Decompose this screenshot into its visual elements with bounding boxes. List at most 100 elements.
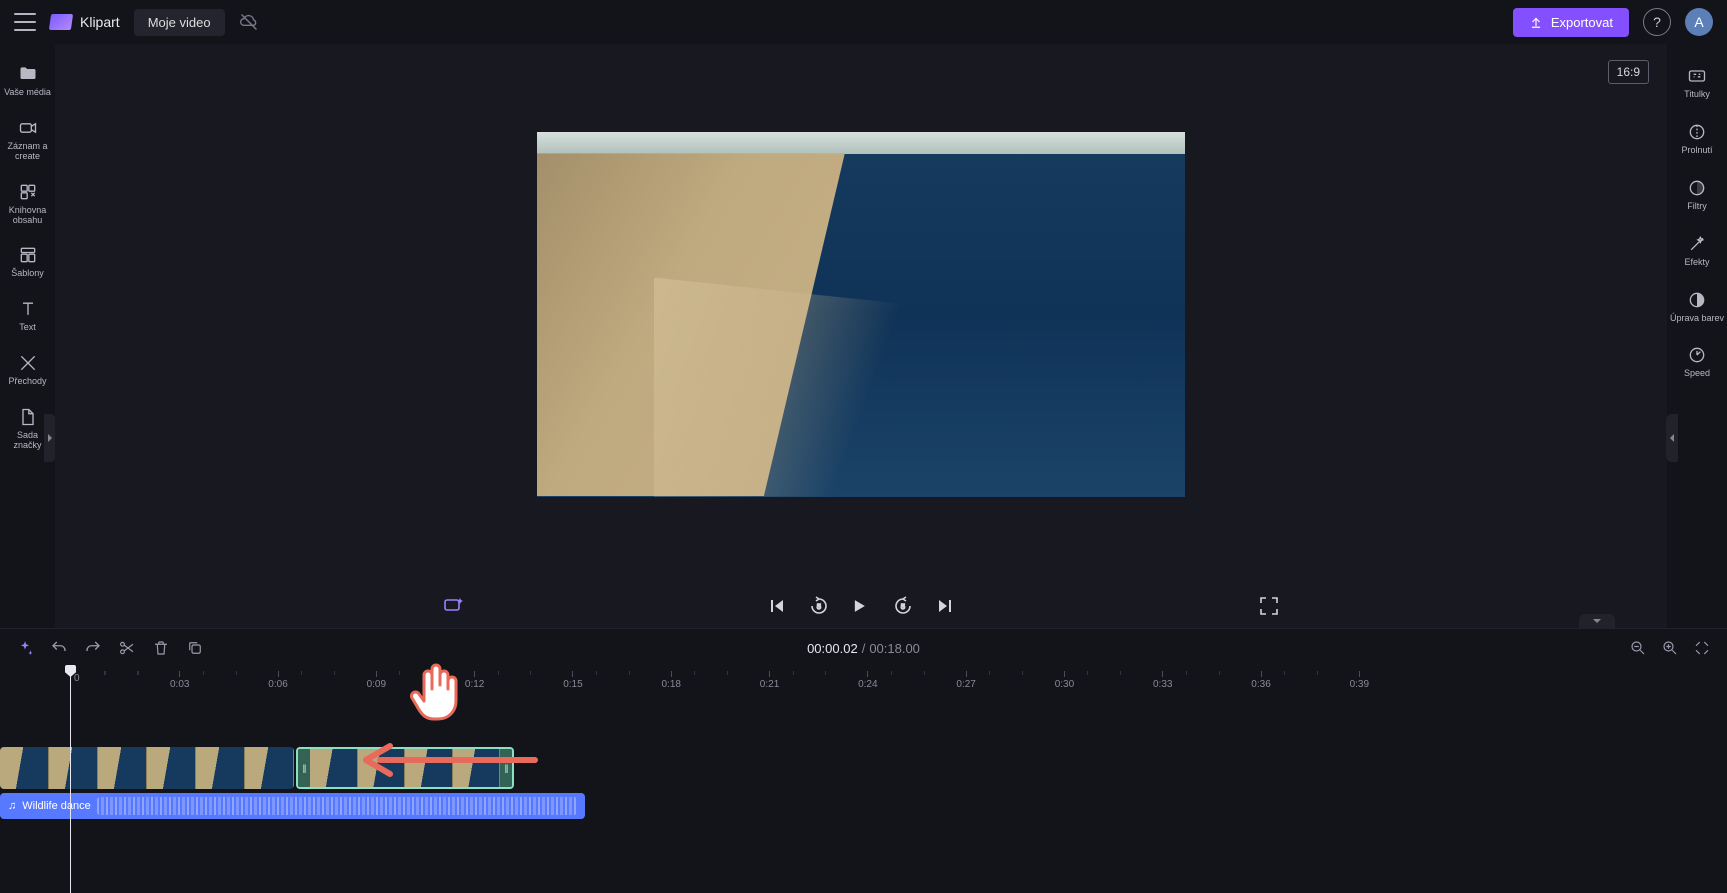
zoom-in-icon: [1661, 639, 1679, 657]
ruler-tick: 0:18: [662, 671, 681, 690]
ai-magic-button[interactable]: [441, 594, 465, 618]
chevron-down-icon: [1592, 617, 1602, 625]
camera-icon: [18, 118, 38, 138]
brand: Klipart: [50, 14, 120, 30]
brand-kit-icon: [18, 407, 38, 427]
sidebar-item-text[interactable]: Text: [0, 291, 55, 345]
play-button[interactable]: [849, 594, 873, 618]
timeline-ruler[interactable]: 0 0:030:060:090:120:150:180:210:240:270:…: [0, 667, 1727, 689]
user-avatar[interactable]: A: [1685, 8, 1713, 36]
brand-logo-icon: [49, 14, 73, 30]
speed-icon: [1687, 345, 1707, 365]
timeline-toolbar: 00:00.02 / 00:18.00: [0, 629, 1727, 667]
zoom-fit-button[interactable]: [1693, 639, 1711, 657]
skip-forward-icon: [933, 594, 957, 618]
zoom-in-button[interactable]: [1661, 639, 1679, 657]
transitions-icon: [18, 353, 38, 373]
sparkle-icon: [16, 639, 34, 657]
upload-icon: [1529, 15, 1543, 29]
skip-back-button[interactable]: [765, 594, 789, 618]
library-icon: [18, 182, 38, 202]
aspect-ratio-button[interactable]: 16:9: [1608, 60, 1649, 84]
delete-button[interactable]: [152, 639, 170, 657]
rightbar-item-speed[interactable]: Speed: [1667, 337, 1727, 393]
split-button[interactable]: [118, 639, 136, 657]
video-preview[interactable]: [537, 132, 1185, 497]
rightbar-item-captions[interactable]: Titulky: [1667, 58, 1727, 114]
ruler-tick: 0:39: [1350, 671, 1369, 690]
left-sidebar: Vaše média Záznam a create Knihovna obsa…: [0, 44, 55, 628]
sidebar-item-media[interactable]: Vaše média: [0, 56, 55, 110]
sidebar-item-record[interactable]: Záznam a create: [0, 110, 55, 174]
copy-icon: [186, 639, 204, 657]
templates-icon: [18, 245, 38, 265]
cloud-sync-off-icon[interactable]: [239, 12, 259, 32]
undo-button[interactable]: [50, 639, 68, 657]
rightbar-item-filters[interactable]: Filtry: [1667, 170, 1727, 226]
sidebar-item-templates[interactable]: Šablony: [0, 237, 55, 291]
ruler-tick: 0:12: [465, 671, 484, 690]
brand-name: Klipart: [80, 14, 120, 30]
undo-icon: [50, 639, 68, 657]
app-header: Klipart Moje video Exportovat ? A: [0, 0, 1727, 44]
audio-waveform: [97, 797, 577, 815]
playhead[interactable]: [70, 667, 71, 893]
rightbar-item-effects[interactable]: Efekty: [1667, 226, 1727, 282]
help-button[interactable]: ?: [1643, 8, 1671, 36]
clip-trim-handle-left[interactable]: [298, 749, 310, 787]
timeline-collapse-button[interactable]: [1579, 614, 1615, 628]
right-sidebar-expand-button[interactable]: [1666, 414, 1678, 462]
right-sidebar: Titulky Prolnutí Filtry Efekty Úprava ba…: [1667, 44, 1727, 628]
timeline-panel: 00:00.02 / 00:18.00 0 0:030:060:090:120:…: [0, 628, 1727, 893]
sparkle-icon: [441, 594, 465, 618]
project-title-button[interactable]: Moje video: [134, 9, 225, 36]
play-icon: [849, 596, 869, 616]
filters-icon: [1687, 178, 1707, 198]
ruler-tick: 0:24: [858, 671, 877, 690]
sidebar-item-library[interactable]: Knihovna obsahu: [0, 174, 55, 238]
video-clip-segment-2-selected[interactable]: [296, 747, 514, 789]
fit-icon: [1693, 639, 1711, 657]
rightbar-item-color[interactable]: Úprava barev: [1667, 282, 1727, 338]
ruler-tick: 0:36: [1251, 671, 1270, 690]
hamburger-menu-button[interactable]: [14, 13, 36, 31]
fade-icon: [1687, 122, 1707, 142]
rewind-icon: 5: [807, 594, 831, 618]
forward-button[interactable]: 5: [891, 594, 915, 618]
video-clip-segment-1[interactable]: [0, 747, 294, 789]
fullscreen-icon: [1257, 594, 1281, 618]
rewind-button[interactable]: 5: [807, 594, 831, 618]
text-icon: [18, 299, 38, 319]
ruler-tick: 0:06: [268, 671, 287, 690]
effects-icon: [1687, 234, 1707, 254]
timeline-tracks[interactable]: ♫ Wildlife dance: [0, 689, 1727, 893]
scissors-icon: [118, 639, 136, 657]
zoom-out-button[interactable]: [1629, 639, 1647, 657]
music-note-icon: ♫: [8, 800, 16, 812]
redo-button[interactable]: [84, 639, 102, 657]
ruler-tick: 0:15: [563, 671, 582, 690]
trash-icon: [152, 639, 170, 657]
ruler-tick: 0:21: [760, 671, 779, 690]
ruler-tick: 0:09: [367, 671, 386, 690]
preview-area: 16:9 5 5: [55, 44, 1667, 628]
chevron-left-icon: [1668, 433, 1676, 443]
chevron-right-icon: [46, 433, 54, 443]
export-button[interactable]: Exportovat: [1513, 8, 1629, 37]
redo-icon: [84, 639, 102, 657]
ruler-tick: 0:30: [1055, 671, 1074, 690]
skip-forward-button[interactable]: [933, 594, 957, 618]
svg-text:5: 5: [901, 604, 905, 611]
audio-clip[interactable]: ♫ Wildlife dance: [0, 793, 585, 819]
fullscreen-button[interactable]: [1257, 594, 1281, 618]
color-adjust-icon: [1687, 290, 1707, 310]
timecode: 00:00.02 / 00:18.00: [807, 641, 920, 656]
forward-icon: 5: [891, 594, 915, 618]
rightbar-item-fade[interactable]: Prolnutí: [1667, 114, 1727, 170]
duplicate-button[interactable]: [186, 639, 204, 657]
zoom-out-icon: [1629, 639, 1647, 657]
timeline-ai-button[interactable]: [16, 639, 34, 657]
clip-trim-handle-right[interactable]: [500, 749, 512, 787]
folder-icon: [18, 64, 38, 84]
sidebar-item-transitions[interactable]: Přechody: [0, 345, 55, 399]
